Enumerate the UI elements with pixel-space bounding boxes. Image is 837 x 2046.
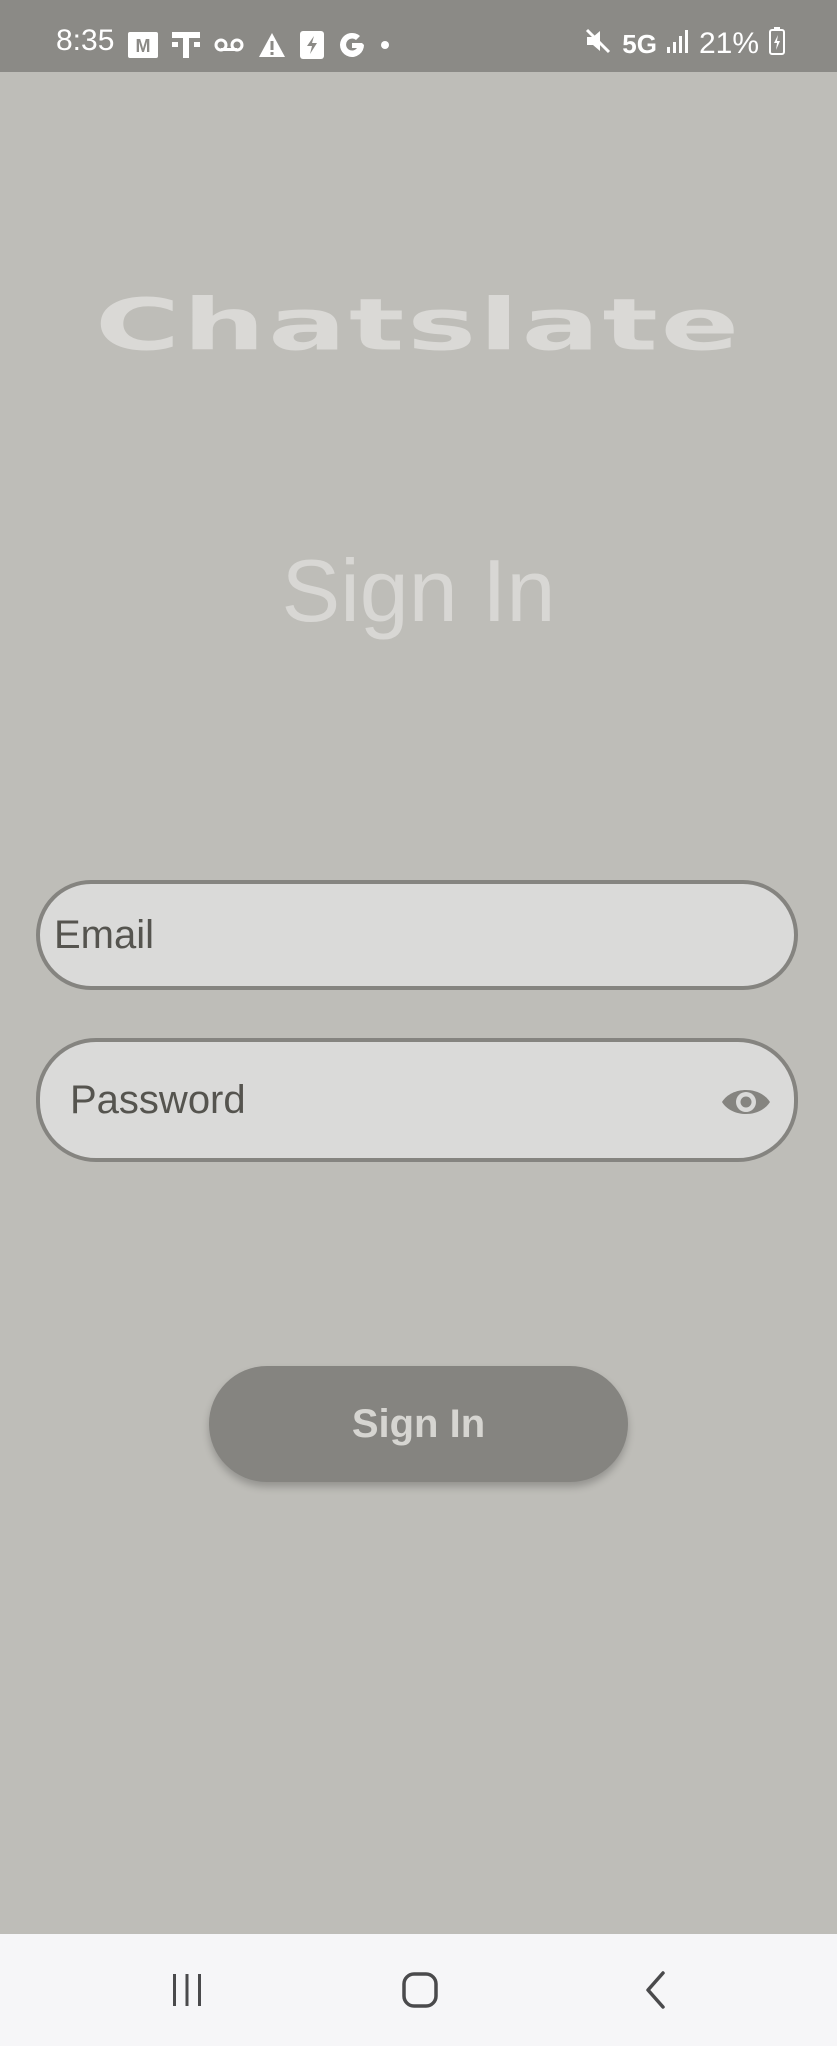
sign-in-screen: Chatslate Sign In Sign In [0, 72, 837, 1934]
status-time: 8:35 [56, 24, 115, 57]
app-logo: Chatslate [94, 283, 743, 367]
network-type: 5G [622, 29, 657, 59]
signal-bars-icon [666, 29, 689, 59]
eye-icon[interactable] [720, 1080, 772, 1124]
system-icons: 5G 21% [584, 27, 785, 61]
recents-icon[interactable] [157, 1964, 217, 2016]
email-input[interactable] [54, 884, 654, 986]
navigation-bar [0, 1934, 837, 2046]
page-title: Sign In [281, 541, 556, 640]
back-icon[interactable] [626, 1964, 686, 2016]
status-bar: 8:35 M 5G 21% [0, 0, 837, 72]
t-mobile-icon [172, 31, 200, 59]
sign-in-button[interactable]: Sign In [209, 1366, 628, 1482]
password-field[interactable] [36, 1038, 798, 1162]
gmail-icon: M [128, 31, 158, 59]
battery-charging-icon [769, 27, 785, 61]
messages-icon [300, 31, 324, 59]
svg-text:M: M [136, 36, 151, 56]
notification-dot-icon [380, 31, 390, 59]
warning-icon [258, 31, 286, 59]
mute-icon [584, 27, 612, 61]
email-field[interactable] [36, 880, 798, 990]
battery-percent: 21% [698, 27, 759, 60]
google-icon [338, 31, 366, 59]
notification-icons: M [128, 30, 390, 60]
home-icon[interactable] [390, 1964, 450, 2016]
voicemail-icon [214, 31, 244, 59]
password-input[interactable] [70, 1042, 670, 1158]
